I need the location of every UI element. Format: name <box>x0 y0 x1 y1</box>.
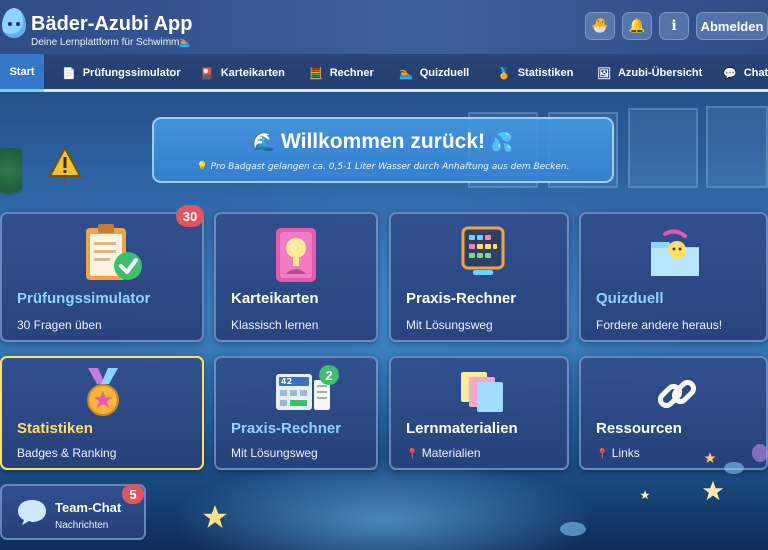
swimmer-icon: 🏊 <box>179 37 191 47</box>
tab-label: Karteikarten <box>220 67 285 79</box>
overview-icon: 🖼 <box>597 67 611 80</box>
card-subtitle: Mit Lösungsweg <box>231 446 318 460</box>
tab-label: Prüfungssimulator <box>82 67 181 79</box>
card-subtitle: 📍 Materialien <box>406 446 481 462</box>
wave-icon: 🌊 <box>252 132 276 152</box>
mascot-button[interactable]: 🐣 <box>585 12 615 40</box>
tab-statistiken[interactable]: 🏅 Statistiken <box>497 54 573 92</box>
tab-chat[interactable]: 💬 Chat <box>723 54 768 92</box>
star-icon <box>640 490 650 500</box>
card-subtitle: 30 Fragen üben <box>17 318 102 332</box>
card-praxis-rechner[interactable]: Praxis-Rechner Mit Lösungsweg <box>389 212 569 342</box>
medal-icon: 🏅 <box>497 67 511 80</box>
welcome-banner: 🌊 Willkommen zurück! 💦 💡 Pro Badgast gel… <box>152 117 614 183</box>
tab-start[interactable]: Start <box>0 54 44 92</box>
star-icon <box>203 505 227 528</box>
card-title: Quizduell <box>596 290 664 307</box>
card-lernmaterialien[interactable]: Lernmaterialien 📍 Materialien <box>389 356 569 470</box>
card-title: Karteikarten <box>231 290 319 307</box>
warning-sign-icon <box>48 146 82 184</box>
window-pane <box>706 106 768 188</box>
chat-subtitle: Nachrichten <box>55 520 109 531</box>
abacus-icon <box>461 226 505 275</box>
app-title: Bäder-Azubi App <box>31 13 193 35</box>
fun-fact-text: Pro Badgast gelangen ca. 0,5-1 Liter Was… <box>210 162 570 172</box>
info-button[interactable]: ℹ <box>659 12 689 40</box>
calculator-icon: 🧮 <box>309 67 323 80</box>
bell-icon: 🔔 <box>628 18 646 34</box>
water-drop-logo-icon <box>2 8 26 38</box>
tab-karteikarten[interactable]: 🎴 Karteikarten <box>200 54 285 92</box>
count-badge: 2 <box>319 365 339 385</box>
lightbulb-icon: 💡 <box>196 162 208 172</box>
paper-stack-icon <box>461 372 503 412</box>
swimmer-icon: 🏊 <box>399 67 413 80</box>
welcome-title-text: Willkommen zurück! <box>280 130 485 153</box>
card-quizduell[interactable]: Quizduell Fordere andere heraus! <box>579 212 768 342</box>
card-title: Ressourcen <box>596 420 682 437</box>
card-title: Lernmaterialien <box>406 420 518 437</box>
flashcard-icon <box>276 228 316 282</box>
card-praxis-rechner-2[interactable]: 42 Praxis-Rechner Mit Lösungsweg <box>214 356 378 470</box>
app-subtitle: Deine Lernplattform für Schwimm🏊 <box>31 36 191 49</box>
mascot-icon: 🐣 <box>591 18 609 34</box>
notifications-button[interactable]: 🔔 <box>622 12 652 40</box>
card-title: Prüfungssimulator <box>17 290 151 307</box>
count-badge: 30 <box>176 205 204 227</box>
card-statistiken[interactable]: Statistiken Badges & Ranking <box>0 356 204 470</box>
droplets-icon: 💦 <box>490 132 514 152</box>
bubble-decoration <box>560 522 586 536</box>
card-subtitle-text: Links <box>611 446 640 460</box>
cards-icon: 🎴 <box>200 67 214 80</box>
tab-azubi-uebersicht[interactable]: 🖼 Azubi-Übersicht <box>597 54 702 92</box>
card-subtitle-text: Materialien <box>421 446 481 460</box>
tab-label: Start <box>9 65 35 78</box>
app-header: Bäder-Azubi App Deine Lernplattform für … <box>0 0 768 54</box>
card-subtitle: Badges & Ranking <box>17 446 117 460</box>
main-nav: Start 📄 Prüfungssimulator 🎴 Karteikarten 🧮… <box>0 54 768 92</box>
document-icon: 📄 <box>62 67 76 80</box>
card-title: Praxis-Rechner <box>406 290 517 307</box>
tab-label: Quizduell <box>419 67 470 79</box>
logout-button[interactable]: Abmelden <box>696 12 768 40</box>
chat-title: Team-Chat <box>55 500 122 515</box>
medal-icon <box>87 368 119 416</box>
card-title: Statistiken <box>17 420 93 437</box>
speech-bubble-icon <box>18 500 46 525</box>
clipboard-check-icon <box>86 224 142 280</box>
star-icon <box>702 480 724 501</box>
plant-decoration <box>0 148 22 204</box>
welcome-title: 🌊 Willkommen zurück! 💦 <box>154 129 612 155</box>
card-subtitle: 📍 Links <box>596 446 640 462</box>
card-subtitle: Mit Lösungsweg <box>406 318 493 332</box>
info-icon: ℹ <box>671 18 677 34</box>
card-ressourcen[interactable]: Ressourcen 📍 Links <box>579 356 768 470</box>
tab-label: Rechner <box>329 67 374 79</box>
app-subtitle-text: Deine Lernplattform für Schwimm <box>31 37 180 48</box>
card-title: Praxis-Rechner <box>231 420 342 437</box>
tab-label: Azubi-Übersicht <box>617 67 703 79</box>
chat-icon: 💬 <box>723 67 737 80</box>
tab-quizduell[interactable]: 🏊 Quizduell <box>399 54 469 92</box>
card-pruefungssimulator[interactable]: Prüfungssimulator 30 Fragen üben <box>0 212 204 342</box>
tab-rechner[interactable]: 🧮 Rechner <box>309 54 374 92</box>
tab-label: Statistiken <box>517 67 574 79</box>
card-subtitle: Fordere andere heraus! <box>596 318 723 332</box>
link-icon <box>657 379 697 409</box>
calculator-display: 42 <box>281 377 293 386</box>
tab-label: Chat <box>743 67 768 79</box>
fun-fact: 💡 Pro Badgast gelangen ca. 0,5-1 Liter W… <box>154 161 612 173</box>
chat-badge: 5 <box>122 484 144 504</box>
card-karteikarten[interactable]: Karteikarten Klassisch lernen <box>214 212 378 342</box>
card-subtitle: Klassisch lernen <box>231 318 319 332</box>
tab-pruefungssimulator[interactable]: 📄 Prüfungssimulator <box>62 54 181 92</box>
pin-icon: 📍 <box>406 449 419 460</box>
pin-icon: 📍 <box>596 449 609 460</box>
window-pane <box>628 108 698 188</box>
quiz-folder-icon <box>651 229 699 276</box>
